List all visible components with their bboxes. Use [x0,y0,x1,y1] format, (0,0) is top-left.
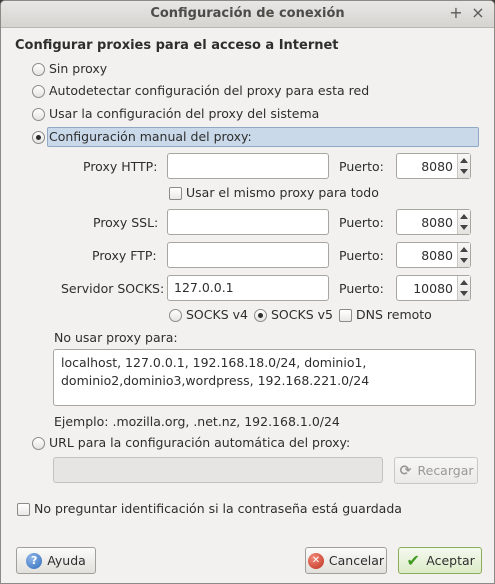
socks-v5-label[interactable]: SOCKS v5 [271,307,333,322]
ftp-port-label: Puerto: [339,248,384,263]
help-button-label: Ayuda [47,553,86,568]
help-button[interactable]: ? Ayuda [16,547,96,574]
spin-down-icon[interactable] [460,169,468,174]
ftp-proxy-label: Proxy FTP: [92,248,157,263]
socks-port-arrows[interactable] [457,276,470,300]
radio-manual-proxy-label[interactable]: Configuración manual del proxy: [49,129,252,144]
radio-auto-config-url[interactable] [32,437,45,450]
radio-system-proxy[interactable] [32,108,45,121]
no-prompt-auth-label[interactable]: No preguntar identificación si la contra… [34,501,402,516]
same-proxy-checkbox[interactable] [169,187,182,200]
no-prompt-auth-checkbox[interactable] [17,503,30,516]
same-proxy-label[interactable]: Usar el mismo proxy para todo [186,185,379,200]
radio-no-proxy[interactable] [32,63,45,76]
http-port-label: Puerto: [339,159,384,174]
title-bar[interactable]: Configuración de conexión + × [1,1,494,28]
socks-v4-label[interactable]: SOCKS v4 [186,307,248,322]
window-title: Configuración de conexión [150,6,345,21]
spin-up-icon[interactable] [460,247,468,252]
ftp-port-spinner[interactable]: 8080 [396,242,471,268]
maximize-button[interactable]: + [447,4,465,22]
radio-socks-v5[interactable] [254,309,267,322]
http-port-value: 8080 [421,159,453,174]
cancel-button[interactable]: ✕ Cancelar [305,547,387,574]
http-proxy-label: Proxy HTTP: [83,159,158,174]
ssl-port-spinner[interactable]: 8080 [396,209,471,235]
ssl-port-arrows[interactable] [457,210,470,234]
http-port-spinner[interactable]: 8080 [396,153,471,179]
socks-port-value: 10080 [413,281,453,296]
dns-remote-label[interactable]: DNS remoto [356,307,432,322]
ftp-port-value: 8080 [421,248,453,263]
no-proxy-example: Ejemplo: .mozilla.org, .net.nz, 192.168.… [54,414,340,429]
ssl-proxy-label: Proxy SSL: [93,215,159,230]
spin-down-icon[interactable] [460,258,468,263]
accept-button[interactable]: ✔ Aceptar [398,547,482,574]
spin-down-icon[interactable] [460,225,468,230]
radio-manual-proxy[interactable] [32,131,45,144]
help-icon: ? [26,552,43,569]
dns-remote-checkbox[interactable] [339,309,352,322]
radio-autodetect[interactable] [32,85,45,98]
ssl-port-value: 8080 [421,215,453,230]
ssl-port-label: Puerto: [339,215,384,230]
section-title: Configurar proxies para el acceso a Inte… [15,38,339,53]
socks-server-input[interactable]: 127.0.0.1 [167,275,329,301]
socks-port-label: Puerto: [339,281,384,296]
radio-system-proxy-label[interactable]: Usar la configuración del proxy del sist… [49,106,319,121]
spin-up-icon[interactable] [460,280,468,285]
auto-config-url-input[interactable] [53,457,383,483]
checkmark-icon: ✔ [406,551,420,570]
ftp-proxy-input[interactable] [167,242,329,268]
spin-up-icon[interactable] [460,214,468,219]
no-proxy-for-textarea[interactable]: localhost, 127.0.0.1, 192.168.18.0/24, d… [53,349,476,406]
radio-socks-v4[interactable] [169,309,182,322]
reload-button-label: Recargar [417,463,474,478]
radio-autodetect-label[interactable]: Autodetectar configuración del proxy par… [49,83,369,98]
radio-no-proxy-label[interactable]: Sin proxy [49,61,107,76]
cancel-button-label: Cancelar [328,553,385,568]
connection-settings-dialog: Configuración de conexión + × Configurar… [0,0,495,584]
ssl-proxy-input[interactable] [167,209,329,235]
spin-down-icon[interactable] [460,291,468,296]
socks-server-label: Servidor SOCKS: [61,281,165,296]
http-port-arrows[interactable] [457,154,470,178]
reload-button[interactable]: ⟳ Recargar [394,457,478,484]
cancel-icon: ✕ [307,552,324,569]
no-proxy-for-label: No usar proxy para: [54,330,178,345]
http-proxy-input[interactable] [167,153,329,179]
auto-config-url-label[interactable]: URL para la configuración automática del… [49,435,350,450]
spin-up-icon[interactable] [460,158,468,163]
socks-port-spinner[interactable]: 10080 [396,275,471,301]
accept-button-label: Aceptar [426,553,475,568]
close-window-button[interactable]: × [469,4,487,22]
ftp-port-arrows[interactable] [457,243,470,267]
reload-icon: ⟳ [399,462,412,479]
